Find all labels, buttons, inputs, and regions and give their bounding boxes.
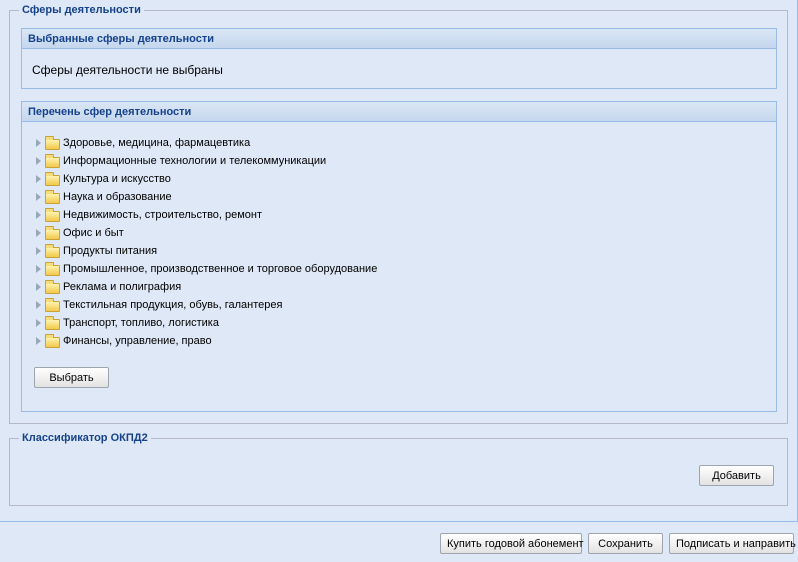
tree-node-science[interactable]: Наука и образование: [36, 188, 377, 206]
expand-arrow-icon[interactable]: [36, 229, 41, 237]
tree-node-label: Наука и образование: [63, 191, 172, 203]
tree-node-textile[interactable]: Текстильная продукция, обувь, галантерея: [36, 296, 377, 314]
okpd-fieldset: Классификатор ОКПД2: [9, 432, 788, 506]
tree-node-label: Информационные технологии и телекоммуник…: [63, 155, 327, 167]
folder-icon: [45, 153, 60, 168]
expand-arrow-icon[interactable]: [36, 337, 41, 345]
spheres-tree: Здоровье, медицина, фармацевтика Информа…: [36, 134, 377, 350]
tree-node-advertising[interactable]: Реклама и полиграфия: [36, 278, 377, 296]
folder-icon: [45, 243, 60, 258]
tree-node-label: Текстильная продукция, обувь, галантерея: [63, 299, 283, 311]
add-okpd-button[interactable]: Добавить: [699, 465, 774, 486]
folder-icon: [45, 207, 60, 222]
tree-node-food[interactable]: Продукты питания: [36, 242, 377, 260]
tree-node-culture[interactable]: Культура и искусство: [36, 170, 377, 188]
expand-arrow-icon[interactable]: [36, 157, 41, 165]
tree-node-label: Здоровье, медицина, фармацевтика: [63, 137, 251, 149]
expand-arrow-icon[interactable]: [36, 319, 41, 327]
folder-icon: [45, 333, 60, 348]
tree-node-finance[interactable]: Финансы, управление, право: [36, 332, 377, 350]
tree-node-industrial[interactable]: Промышленное, производственное и торгово…: [36, 260, 377, 278]
expand-arrow-icon[interactable]: [36, 175, 41, 183]
tree-node-label: Офис и быт: [63, 227, 124, 239]
spheres-list-header: Перечень сфер деятельности: [22, 102, 776, 122]
sign-and-send-button[interactable]: Подписать и направить: [669, 533, 796, 554]
folder-icon: [45, 171, 60, 186]
expand-arrow-icon[interactable]: [36, 193, 41, 201]
buy-annual-subscription-button[interactable]: Купить годовой абонемент: [440, 533, 584, 554]
folder-icon: [45, 279, 60, 294]
expand-arrow-icon[interactable]: [36, 247, 41, 255]
expand-arrow-icon[interactable]: [36, 283, 41, 291]
folder-icon: [45, 189, 60, 204]
tree-node-label: Культура и искусство: [63, 173, 171, 185]
selected-spheres-header: Выбранные сферы деятельности: [22, 29, 776, 49]
folder-icon: [45, 297, 60, 312]
tree-node-label: Продукты питания: [63, 245, 158, 257]
folder-icon: [45, 225, 60, 240]
tree-node-it[interactable]: Информационные технологии и телекоммуник…: [36, 152, 377, 170]
folder-icon: [45, 135, 60, 150]
spheres-legend: Сферы деятельности: [22, 4, 141, 16]
expand-arrow-icon[interactable]: [36, 301, 41, 309]
save-button[interactable]: Сохранить: [588, 533, 663, 554]
spheres-list-panel: Перечень сфер деятельности Здоровье, мед…: [21, 101, 777, 412]
folder-icon: [45, 315, 60, 330]
okpd-legend: Классификатор ОКПД2: [22, 432, 148, 444]
tree-node-realty[interactable]: Недвижимость, строительство, ремонт: [36, 206, 377, 224]
selected-empty-text: Сферы деятельности не выбраны: [32, 63, 223, 77]
tree-node-transport[interactable]: Транспорт, топливо, логистика: [36, 314, 377, 332]
expand-arrow-icon[interactable]: [36, 265, 41, 273]
tree-node-office[interactable]: Офис и быт: [36, 224, 377, 242]
selected-spheres-panel: Выбранные сферы деятельности Сферы деяте…: [21, 28, 777, 89]
main-panel: Сферы деятельности Выбранные сферы деяте…: [0, 0, 798, 522]
tree-node-health[interactable]: Здоровье, медицина, фармацевтика: [36, 134, 377, 152]
folder-icon: [45, 261, 60, 276]
select-button[interactable]: Выбрать: [34, 367, 109, 388]
tree-node-label: Финансы, управление, право: [63, 335, 212, 347]
tree-node-label: Недвижимость, строительство, ремонт: [63, 209, 263, 221]
expand-arrow-icon[interactable]: [36, 139, 41, 147]
tree-node-label: Реклама и полиграфия: [63, 281, 182, 293]
tree-node-label: Транспорт, топливо, логистика: [63, 317, 219, 329]
tree-node-label: Промышленное, производственное и торгово…: [63, 263, 378, 275]
expand-arrow-icon[interactable]: [36, 211, 41, 219]
